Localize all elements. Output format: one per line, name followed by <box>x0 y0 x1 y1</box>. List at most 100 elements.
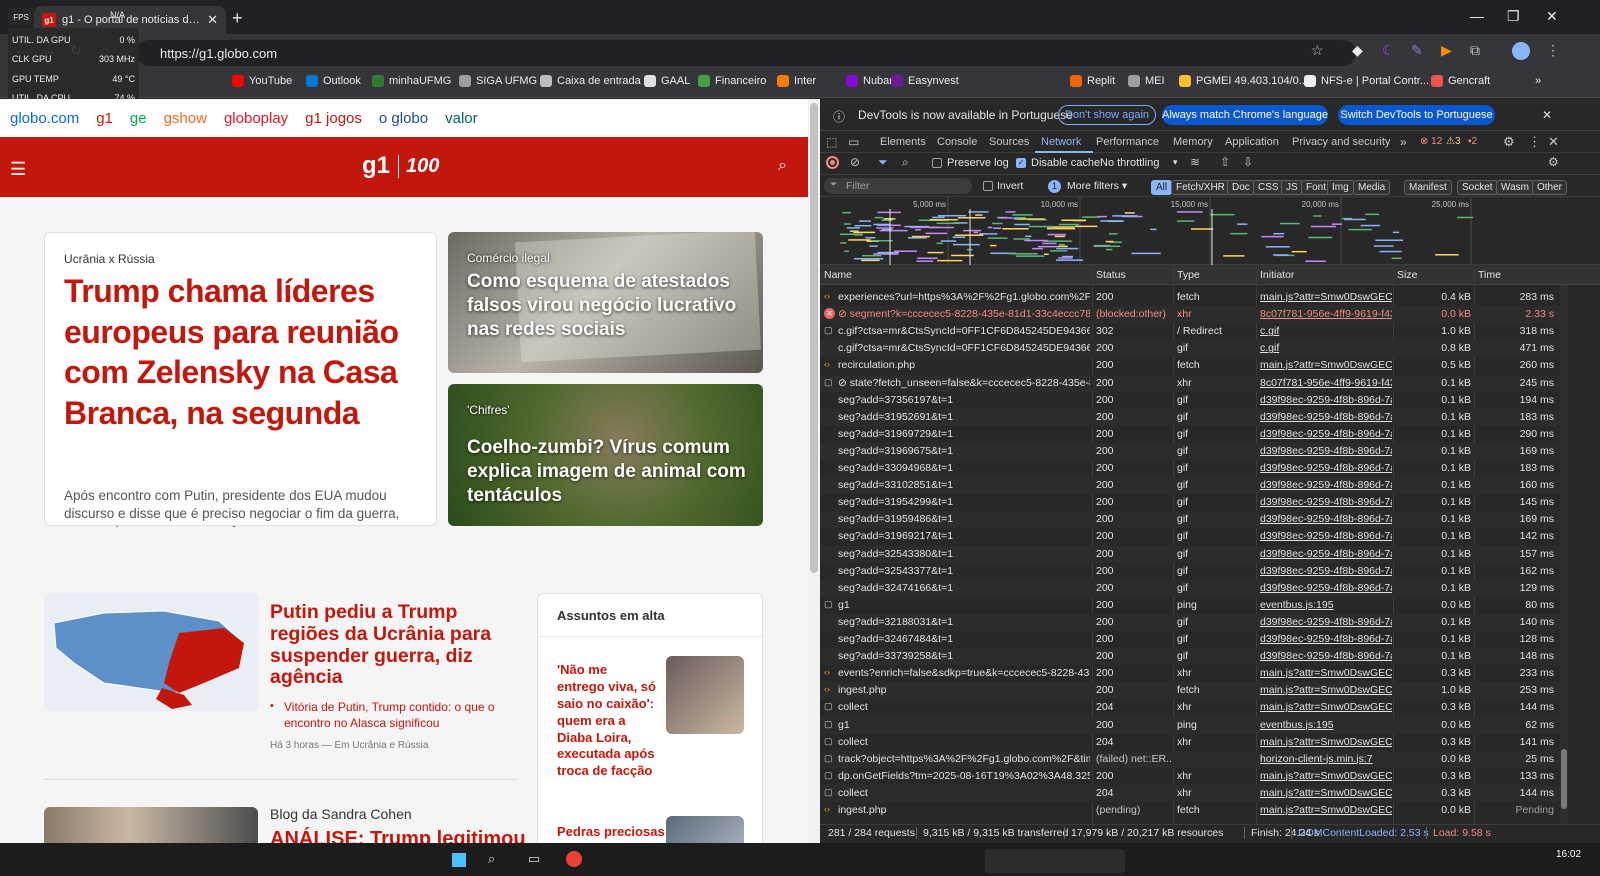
hamburger-menu-icon[interactable]: ☰ <box>10 159 26 180</box>
taskbar-taskview-icon[interactable]: ▭ <box>528 851 540 867</box>
devtools-menu-icon[interactable]: ⋮ <box>1528 134 1541 150</box>
request-initiator[interactable]: main.js?attr=Smw0DswGECe3c <box>1260 359 1392 371</box>
table-row[interactable]: ▢ dp.onGetFields?tm=2025-08-16T19%3A02%3A… <box>820 768 1560 785</box>
request-initiator[interactable]: c.gif <box>1260 342 1392 354</box>
devtools-tab-sources[interactable]: Sources <box>989 136 1029 148</box>
g1-logo[interactable]: g1 100 <box>362 152 439 180</box>
request-initiator[interactable]: d39f98ec-9259-4f8b-896d-7ab <box>1260 411 1392 423</box>
filter-chip-fetch-xhr[interactable]: Fetch/XHR <box>1171 180 1230 195</box>
taskbar-active-app[interactable] <box>985 849 1125 873</box>
bookmark-financeiro[interactable]: Financeiro <box>698 75 766 87</box>
devtools-tab-console[interactable]: Console <box>937 136 977 148</box>
search-network-icon[interactable]: ⌕ <box>902 155 909 170</box>
table-row[interactable]: seg?add=32467484&t=1 200 gif d39f98ec-9259-… <box>820 631 1560 648</box>
nav-globo-com[interactable]: globo.com <box>10 110 79 127</box>
table-row[interactable]: ‹› events?enrich=false&sdkp=true&k=cccece… <box>820 665 1560 682</box>
clear-icon[interactable]: ⊘ <box>850 155 860 169</box>
bookmark-star-icon[interactable]: ☆ <box>1311 42 1324 59</box>
filter-chip-img[interactable]: Img <box>1327 180 1354 195</box>
table-row[interactable]: ▢ collect 204 xhr main.js?attr=Smw0DswGECe3c… <box>820 784 1560 802</box>
table-row[interactable]: seg?add=31959486&t=1 200 gif d39f98ec-9259-… <box>820 511 1560 529</box>
network-settings-icon[interactable]: ⚙ <box>1548 155 1559 169</box>
column-header-initiator[interactable]: Initiator <box>1260 269 1294 281</box>
request-initiator[interactable]: eventbus.js:195 <box>1260 719 1392 731</box>
request-initiator[interactable]: d39f98ec-9259-4f8b-896d-7ab <box>1260 513 1392 525</box>
bookmark-minhaufmg[interactable]: minhaUFMG <box>372 75 451 87</box>
table-row[interactable]: ▢ g1 200 ping eventbus.js:195 0.0 kB 62 ms <box>820 716 1560 734</box>
table-row[interactable]: seg?add=31954299&t=1 200 gif d39f98ec-9259-… <box>820 494 1560 511</box>
bookmark-outlook[interactable]: Outlook <box>306 75 361 87</box>
extension-1-icon[interactable]: ◆ <box>1352 42 1363 59</box>
main-headline[interactable]: Trump chama líderes europeus para reuniã… <box>64 271 414 434</box>
network-conditions-icon[interactable]: ≋ <box>1190 155 1200 169</box>
new-tab-button[interactable]: + <box>232 8 243 29</box>
filter-chip-manifest[interactable]: Manifest <box>1404 180 1452 195</box>
filter-chip-doc[interactable]: Doc <box>1227 180 1255 195</box>
blog-headline[interactable]: ANÁLISE: Trump legitimou <box>270 827 526 843</box>
devtools-tab-network[interactable]: Network <box>1041 136 1081 148</box>
table-row[interactable]: seg?add=33739258&t=1 200 gif d39f98ec-9259-… <box>820 648 1560 666</box>
filter-chip-css[interactable]: CSS <box>1253 180 1284 195</box>
column-header-type[interactable]: Type <box>1177 269 1200 281</box>
nav-globoplay[interactable]: globoplay <box>224 110 288 127</box>
table-row[interactable]: ‹› ingest.php 200 fetch main.js?attr=Smw0Dsw… <box>820 682 1560 700</box>
request-initiator[interactable]: main.js?attr=Smw0DswGECe3c <box>1260 736 1392 748</box>
filter-funnel-icon[interactable]: ⏷ <box>878 155 888 170</box>
bookmark-gaal[interactable]: GAAL <box>644 75 690 87</box>
request-initiator[interactable]: main.js?attr=Smw0DswGECe3c <box>1260 291 1392 303</box>
throttling-dropdown-icon[interactable]: ▾ <box>1173 157 1178 168</box>
column-header-time[interactable]: Time <box>1478 269 1501 281</box>
request-initiator[interactable]: horizon-client-js.min.js:7 <box>1260 753 1392 765</box>
close-tab-icon[interactable]: ✕ <box>207 12 218 28</box>
close-window-icon[interactable]: ✕ <box>1546 8 1558 25</box>
request-initiator[interactable]: main.js?attr=Smw0DswGECe3c <box>1260 787 1392 799</box>
close-infobar-icon[interactable]: ✕ <box>1542 108 1552 122</box>
table-row[interactable]: seg?add=32188031&t=1 200 gif d39f98ec-9259-… <box>820 613 1560 631</box>
request-initiator[interactable]: d39f98ec-9259-4f8b-896d-7ab <box>1260 530 1392 542</box>
extension-play-icon[interactable]: ▶ <box>1441 42 1452 59</box>
request-initiator[interactable]: d39f98ec-9259-4f8b-896d-7ab <box>1260 496 1392 508</box>
invert-checkbox[interactable] <box>983 181 993 191</box>
nav-valor[interactable]: valor <box>445 110 478 127</box>
table-row[interactable]: ▢ c.gif?ctsa=mr&CtsSyncId=0FF1CF6D845245D… <box>820 323 1560 340</box>
filter-chip-all[interactable]: All <box>1151 180 1173 195</box>
dont-show-again-button[interactable]: Don't show again <box>1058 105 1156 125</box>
more-filters-button[interactable]: More filters ▾ <box>1067 180 1127 192</box>
bookmark-mei[interactable]: MEI <box>1128 75 1165 87</box>
error-count[interactable]: ⊗ 12 <box>1420 136 1442 147</box>
preserve-log-checkbox[interactable] <box>932 158 942 168</box>
nav-g1[interactable]: g1 <box>96 110 113 127</box>
inspect-icon[interactable]: ⬚ <box>826 135 837 149</box>
nav-ge[interactable]: ge <box>130 110 147 127</box>
request-initiator[interactable]: d39f98ec-9259-4f8b-896d-7ab <box>1260 565 1392 577</box>
table-scrollbar[interactable] <box>1560 285 1568 825</box>
column-header-size[interactable]: Size <box>1397 269 1417 281</box>
table-row[interactable]: seg?add=32474166&t=1 200 gif d39f98ec-9259-… <box>820 579 1560 597</box>
devtools-tab-privacy-and-security[interactable]: Privacy and security <box>1292 136 1390 148</box>
card-zombie-rabbit[interactable]: 'Chifres' Coelho-zumbi? Vírus comum expl… <box>448 384 763 526</box>
table-row[interactable]: seg?add=33094968&t=1 200 gif d39f98ec-9259-… <box>820 460 1560 477</box>
bookmark-inter[interactable]: Inter <box>777 75 816 87</box>
request-initiator[interactable]: main.js?attr=Smw0DswGECe3c <box>1260 804 1392 816</box>
bookmark-easynvest[interactable]: Easynvest <box>891 75 959 87</box>
devtools-tab-elements[interactable]: Elements <box>880 136 926 148</box>
request-initiator[interactable]: d39f98ec-9259-4f8b-896d-7ab <box>1260 650 1392 662</box>
trending-item-2[interactable]: Pedras preciosas <box>557 824 665 839</box>
request-initiator[interactable]: main.js?attr=Smw0DswGECe3c <box>1260 701 1392 713</box>
nav-gshow[interactable]: gshow <box>164 110 207 127</box>
switch-portuguese-button[interactable]: Switch DevTools to Portuguese <box>1338 105 1495 125</box>
extension-moon-icon[interactable]: ☾ <box>1382 42 1395 59</box>
bookmark-pgmei-49-403-104-0[interactable]: PGMEI 49.403.104/0... <box>1179 75 1308 87</box>
menu-kebab-icon[interactable]: ⋮ <box>1546 42 1560 59</box>
table-row[interactable]: ‹› experiences?url=https%3A%2F%2Fg1.globo… <box>820 289 1560 306</box>
request-initiator[interactable]: d39f98ec-9259-4f8b-896d-7ab <box>1260 582 1392 594</box>
table-row[interactable]: seg?add=32543380&t=1 200 gif d39f98ec-9259-… <box>820 545 1560 563</box>
table-row[interactable]: ▢ collect 204 xhr main.js?attr=Smw0DswGECe3c… <box>820 699 1560 716</box>
table-row[interactable]: ▢ g1 200 ping eventbus.js:195 0.0 kB 80 ms <box>820 597 1560 614</box>
request-initiator[interactable]: 8c07f781-956e-4ff9-9619-f437 <box>1260 308 1392 320</box>
close-devtools-icon[interactable]: ✕ <box>1548 134 1559 150</box>
request-initiator[interactable]: 8c07f781-956e-4ff9-9619-f437 <box>1260 377 1392 389</box>
request-initiator[interactable]: d39f98ec-9259-4f8b-896d-7ab <box>1260 633 1392 645</box>
table-row[interactable]: ▢ collect 204 xhr main.js?attr=Smw0DswGECe3c… <box>820 734 1560 751</box>
match-language-button[interactable]: Always match Chrome's language <box>1162 105 1328 125</box>
